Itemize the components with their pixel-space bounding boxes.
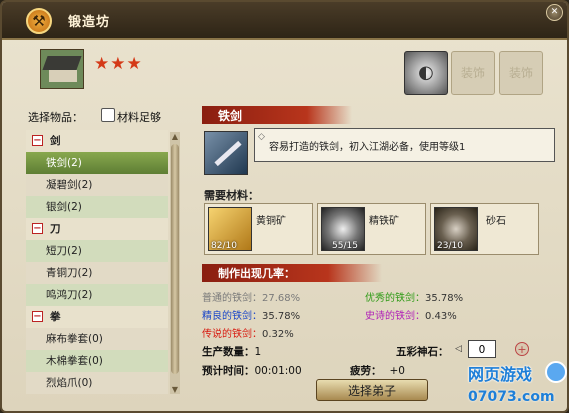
equipped-accessory-slot[interactable]: ◐ <box>404 51 448 95</box>
material-count: 23/10 <box>437 241 463 251</box>
star-rating: ★★★ <box>94 54 143 74</box>
rate-epic: 史诗的铁剑：0.43% <box>365 311 457 322</box>
list-item[interactable]: 烈焰爪(0) <box>26 372 168 394</box>
item-name-heading: 铁剑 <box>218 109 243 123</box>
item-list: − 剑 铁剑(2) 凝碧剑(2) 银剑(2) − 刀 短刀(2) 青铜刀(2) 鸣鸿… <box>26 130 168 394</box>
estimated-time: 预计时间：00:01:00 <box>202 365 302 377</box>
watermark-url: 07073.com <box>468 389 555 405</box>
materials-heading: 需要材料： <box>204 189 259 202</box>
collapse-icon[interactable]: − <box>32 311 43 322</box>
material-gravel: 砂石 23/10 <box>430 203 539 255</box>
scroll-thumb[interactable] <box>171 144 179 374</box>
bullet-icon: ◇ <box>258 132 265 142</box>
material-refined-iron-ore: 精铁矿 55/15 <box>317 203 426 255</box>
material-enough-label: 材料足够 <box>117 111 161 124</box>
production-quantity: 生产数量：1 <box>202 346 262 358</box>
accessory-slot-2[interactable]: 装饰 <box>499 51 543 95</box>
rates-heading: 制作出现几率： <box>218 267 295 280</box>
category-fist[interactable]: − 拳 <box>26 306 168 328</box>
list-item[interactable]: 木棉拳套(0) <box>26 350 168 372</box>
stone-quantity-input[interactable]: 0 <box>468 340 496 358</box>
rate-fine: 精良的铁剑：35.78% <box>202 311 301 322</box>
list-item[interactable]: 短刀(2) <box>26 240 168 262</box>
list-item-iron-sword[interactable]: 铁剑(2) <box>26 152 168 174</box>
scroll-up-icon[interactable]: ▲ <box>170 132 180 141</box>
category-blade[interactable]: − 刀 <box>26 218 168 240</box>
scroll-down-icon[interactable]: ▼ <box>170 385 180 394</box>
category-sword[interactable]: − 剑 <box>26 130 168 152</box>
list-scrollbar[interactable]: ▲ ▼ <box>170 132 180 394</box>
item-description-box: ◇ 容易打造的铁剑，初入江湖必备，使用等级1 <box>254 128 555 162</box>
list-item[interactable]: 凝碧剑(2) <box>26 174 168 196</box>
select-disciple-button[interactable]: 选择弟子 <box>316 379 428 401</box>
list-item[interactable]: 银剑(2) <box>26 196 168 218</box>
stone-label: 五彩神石： <box>396 346 449 358</box>
iron-sword-icon <box>204 131 248 175</box>
site-watermark: 网页游戏 07073.com <box>468 357 567 411</box>
material-enough-checkbox[interactable] <box>101 108 115 122</box>
material-count: 82/10 <box>211 241 237 251</box>
rate-legendary: 传说的铁剑：0.32% <box>202 329 294 340</box>
fatigue: 疲劳： +0 <box>350 365 405 377</box>
hammer-icon: ⚒ <box>26 8 52 34</box>
material-count: 55/15 <box>332 241 358 251</box>
title-bar: ⚒ 锻造坊 ✕ <box>2 2 567 40</box>
list-item[interactable]: 麻布拳套(0) <box>26 328 168 350</box>
material-name: 精铁矿 <box>369 216 399 227</box>
material-brass-ore: 黄铜矿 82/10 <box>204 203 313 255</box>
forge-building-icon <box>40 49 84 89</box>
list-item[interactable]: 鸣鸿刀(2) <box>26 284 168 306</box>
forge-window: ⚒ 锻造坊 ✕ ★★★ ◐ 装饰 装饰 选择物品： 材料足够 − 剑 铁剑(2) … <box>0 0 569 413</box>
add-stone-button[interactable]: + <box>515 342 529 356</box>
rate-common: 普通的铁剑：27.68% <box>202 293 301 304</box>
window-title: 锻造坊 <box>68 15 111 30</box>
material-name: 黄铜矿 <box>256 216 286 227</box>
material-name: 砂石 <box>486 216 506 227</box>
item-description: 容易打造的铁剑，初入江湖必备，使用等级1 <box>269 142 466 153</box>
list-item[interactable]: 青铜刀(2) <box>26 262 168 284</box>
rate-excellent: 优秀的铁剑：35.78% <box>365 293 464 304</box>
select-item-label: 选择物品： <box>28 111 83 124</box>
decrease-icon[interactable]: ◁ <box>455 343 467 355</box>
close-button[interactable]: ✕ <box>546 4 563 21</box>
mascot-icon <box>545 361 567 383</box>
collapse-icon[interactable]: − <box>32 135 43 146</box>
collapse-icon[interactable]: − <box>32 223 43 234</box>
accessory-slot-1[interactable]: 装饰 <box>451 51 495 95</box>
watermark-text: 网页游戏 <box>468 365 533 384</box>
